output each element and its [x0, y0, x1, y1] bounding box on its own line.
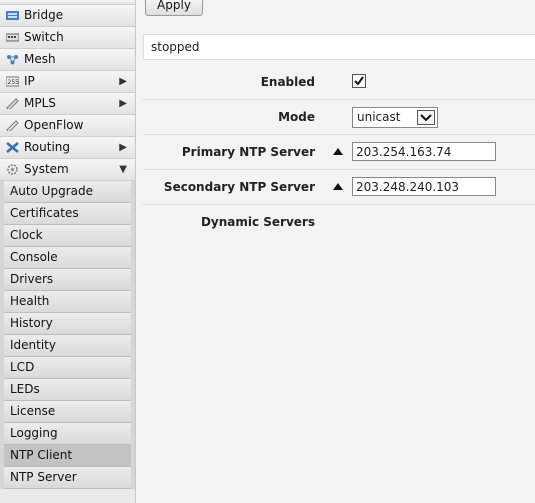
chevron-right-icon: ▶	[119, 98, 127, 109]
sidebar-item-label: MPLS	[24, 96, 56, 110]
mpls-icon	[6, 98, 19, 109]
sidebar-item-label: System	[24, 162, 69, 176]
sidebar-item-system[interactable]: System ▼	[0, 159, 135, 181]
chevron-right-icon: ▶	[119, 76, 127, 87]
submenu-item-ntp-server[interactable]: NTP Server	[4, 467, 131, 489]
secondary-ntp-label: Secondary NTP Server	[163, 180, 315, 194]
collapse-arrow-icon[interactable]	[333, 183, 343, 190]
submenu-item-lcd[interactable]: LCD	[4, 357, 131, 379]
bridge-icon	[6, 11, 19, 20]
chevron-right-icon: ▶	[119, 142, 127, 153]
row-enabled: Enabled	[143, 65, 535, 100]
main-panel: Apply stopped Enabled Mode unicast Prima…	[136, 0, 535, 503]
sidebar-item-switch[interactable]: Switch	[0, 27, 135, 49]
sidebar: Bridge Switch Mesh 255 IP ▶ MPLS ▶ OpenF…	[0, 0, 136, 503]
sidebar-item-routing[interactable]: Routing ▶	[0, 137, 135, 159]
status-bar: stopped	[143, 34, 535, 60]
primary-ntp-input[interactable]: 203.254.163.74	[352, 142, 496, 161]
submenu-item-clock[interactable]: Clock	[4, 225, 131, 247]
row-primary-ntp: Primary NTP Server 203.254.163.74	[143, 135, 535, 170]
sidebar-item-mpls[interactable]: MPLS ▶	[0, 93, 135, 115]
row-dynamic-servers: Dynamic Servers	[143, 205, 535, 239]
collapse-arrow-icon[interactable]	[333, 148, 343, 155]
svg-text:255: 255	[8, 79, 20, 86]
row-mode: Mode unicast	[143, 100, 535, 135]
system-submenu: Auto Upgrade Certificates Clock Console …	[0, 181, 135, 489]
submenu-item-health[interactable]: Health	[4, 291, 131, 313]
mesh-icon	[7, 55, 18, 65]
sidebar-item-label: Bridge	[24, 8, 64, 22]
routing-icon	[6, 142, 19, 153]
mode-select[interactable]: unicast	[352, 107, 438, 128]
row-secondary-ntp: Secondary NTP Server 203.248.240.103	[143, 170, 535, 205]
sidebar-item-mesh[interactable]: Mesh	[0, 49, 135, 71]
checkmark-icon	[354, 76, 364, 86]
openflow-icon	[6, 120, 19, 131]
primary-ntp-label: Primary NTP Server	[181, 145, 315, 159]
toolbar: Apply	[136, 0, 535, 28]
chevron-down-icon	[420, 114, 432, 122]
dynamic-servers-label: Dynamic Servers	[200, 215, 315, 229]
switch-icon	[6, 33, 19, 42]
sidebar-item-ip[interactable]: 255 IP ▶	[0, 71, 135, 93]
sidebar-item-label: Switch	[24, 30, 64, 44]
submenu-item-license[interactable]: License	[4, 401, 131, 423]
sidebar-item-label: IP	[24, 74, 35, 88]
sidebar-item-label: Mesh	[24, 52, 56, 66]
chevron-down-icon: ▼	[119, 164, 127, 175]
submenu-item-auto-upgrade[interactable]: Auto Upgrade	[4, 181, 131, 203]
submenu-item-ntp-client[interactable]: NTP Client	[4, 445, 131, 467]
submenu-item-identity[interactable]: Identity	[4, 335, 131, 357]
gear-icon	[7, 164, 18, 175]
submenu-item-drivers[interactable]: Drivers	[4, 269, 131, 291]
apply-button[interactable]: Apply	[145, 0, 203, 16]
enabled-label: Enabled	[260, 75, 315, 89]
dropdown-button[interactable]	[417, 110, 435, 125]
sidebar-item-label: Routing	[24, 140, 71, 154]
submenu-item-history[interactable]: History	[4, 313, 131, 335]
mode-label: Mode	[278, 110, 315, 124]
secondary-ntp-input[interactable]: 203.248.240.103	[352, 177, 496, 196]
submenu-item-console[interactable]: Console	[4, 247, 131, 269]
mode-value: unicast	[357, 110, 401, 124]
sidebar-item-openflow[interactable]: OpenFlow	[0, 115, 135, 137]
sidebar-item-label: OpenFlow	[24, 118, 84, 132]
submenu-item-logging[interactable]: Logging	[4, 423, 131, 445]
sidebar-item-bridge[interactable]: Bridge	[0, 5, 135, 27]
submenu-item-certificates[interactable]: Certificates	[4, 203, 131, 225]
submenu-item-leds[interactable]: LEDs	[4, 379, 131, 401]
enabled-checkbox[interactable]	[352, 74, 366, 88]
ip-icon: 255	[6, 76, 19, 87]
